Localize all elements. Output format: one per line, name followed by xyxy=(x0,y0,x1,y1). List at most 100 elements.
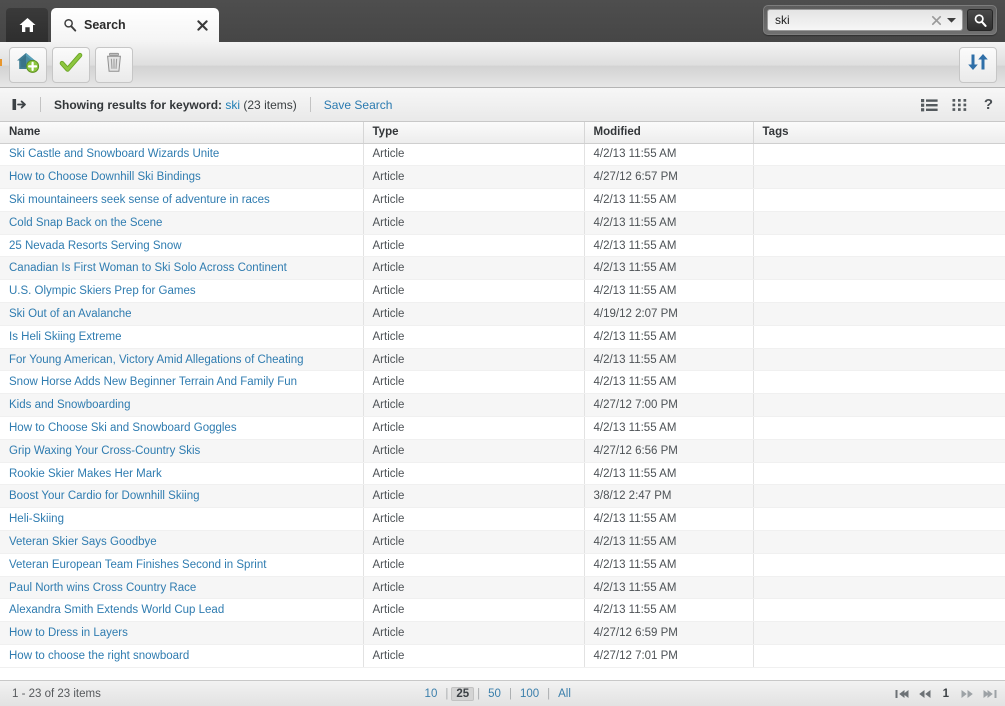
help-icon[interactable]: ? xyxy=(984,96,993,113)
document-link[interactable]: For Young American, Victory Amid Allegat… xyxy=(9,354,304,366)
cell-tags xyxy=(753,598,1005,623)
document-link[interactable]: Kids and Snowboarding xyxy=(9,399,130,411)
page-size-option-all[interactable]: All xyxy=(553,687,576,701)
document-link[interactable]: How to Dress in Layers xyxy=(9,627,128,639)
cell-name: Kids and Snowboarding xyxy=(0,393,364,418)
table-row[interactable]: How to Choose Ski and Snowboard Goggles A… xyxy=(0,416,1005,440)
delete-button[interactable] xyxy=(95,46,133,83)
cell-type: Article xyxy=(363,325,585,349)
document-link[interactable]: How to choose the right snowboard xyxy=(9,650,189,662)
document-link[interactable]: Alexandra Smith Extends World Cup Lead xyxy=(9,604,224,616)
document-link[interactable]: Ski mountaineers seek sense of adventure… xyxy=(9,194,270,206)
chevron-down-icon[interactable] xyxy=(945,14,958,27)
tab-search[interactable]: Search xyxy=(51,8,219,42)
cell-tags xyxy=(753,165,1005,190)
table-row[interactable]: Ski Out of an Avalanche Article 4/19/12 2:… xyxy=(0,302,1005,326)
cell-name: Ski mountaineers seek sense of adventure… xyxy=(0,188,364,212)
cell-name: Paul North wins Cross Country Race xyxy=(0,576,364,600)
column-header-type[interactable]: Type xyxy=(363,122,585,144)
first-page-button[interactable] xyxy=(895,689,909,699)
page-size-option-100[interactable]: 100 xyxy=(515,687,544,701)
document-link[interactable]: Grip Waxing Your Cross-Country Skis xyxy=(9,445,200,457)
item-range-text: 1 - 23 of 23 items xyxy=(12,687,101,700)
table-row[interactable]: Heli-Skiing Article 4/2/13 11:55 AM xyxy=(0,507,1005,532)
search-submit-button[interactable] xyxy=(967,9,993,31)
document-link[interactable]: Is Heli Skiing Extreme xyxy=(9,331,121,343)
close-icon[interactable] xyxy=(195,18,209,32)
table-row[interactable]: Grip Waxing Your Cross-Country Skis Artic… xyxy=(0,439,1005,463)
last-page-button[interactable] xyxy=(983,689,997,699)
table-row[interactable]: Paul North wins Cross Country Race Articl… xyxy=(0,576,1005,600)
document-link[interactable]: Heli-Skiing xyxy=(9,513,64,525)
document-link[interactable]: How to Choose Downhill Ski Bindings xyxy=(9,171,201,183)
document-link[interactable]: Paul North wins Cross Country Race xyxy=(9,582,196,594)
action-toolbar xyxy=(0,42,1005,88)
table-row[interactable]: How to Dress in Layers Article 4/27/12 6:5… xyxy=(0,621,1005,646)
table-row[interactable]: Kids and Snowboarding Article 4/27/12 7:00… xyxy=(0,393,1005,418)
document-link[interactable]: Canadian Is First Woman to Ski Solo Acro… xyxy=(9,262,287,274)
document-link[interactable]: Ski Castle and Snowboard Wizards Unite xyxy=(9,148,219,160)
table-row[interactable]: Canadian Is First Woman to Ski Solo Acro… xyxy=(0,256,1005,281)
document-link[interactable]: How to Choose Ski and Snowboard Goggles xyxy=(9,422,237,434)
document-link[interactable]: Cold Snap Back on the Scene xyxy=(9,217,162,229)
table-row[interactable]: Boost Your Cardio for Downhill Skiing Art… xyxy=(0,484,1005,509)
clear-icon[interactable] xyxy=(930,14,943,27)
current-page-number[interactable]: 1 xyxy=(941,688,951,700)
table-row[interactable]: Is Heli Skiing Extreme Article 4/2/13 11:5… xyxy=(0,325,1005,349)
table-row[interactable]: Ski mountaineers seek sense of adventure… xyxy=(0,188,1005,212)
document-link[interactable]: U.S. Olympic Skiers Prep for Games xyxy=(9,285,196,297)
cell-name: Veteran Skier Says Goodbye xyxy=(0,530,364,554)
table-row[interactable]: Veteran European Team Finishes Second in… xyxy=(0,553,1005,577)
table-row[interactable]: 25 Nevada Resorts Serving Snow Article 4/2… xyxy=(0,234,1005,258)
cell-modified: 4/27/12 6:56 PM xyxy=(584,439,754,463)
cell-type: Article xyxy=(363,279,585,304)
gallery-view-icon[interactable] xyxy=(952,98,969,112)
document-link[interactable]: Snow Horse Adds New Beginner Terrain And… xyxy=(9,376,297,388)
list-view-icon[interactable] xyxy=(920,98,938,112)
document-link[interactable]: 25 Nevada Resorts Serving Snow xyxy=(9,240,182,252)
table-row[interactable]: Snow Horse Adds New Beginner Terrain And… xyxy=(0,370,1005,395)
results-table-wrapper: Name Type Modified Tags Ski Castle and S… xyxy=(0,122,1005,680)
document-link[interactable]: Ski Out of an Avalanche xyxy=(9,308,132,320)
document-link[interactable]: Rookie Skier Makes Her Mark xyxy=(9,468,162,480)
column-header-tags[interactable]: Tags xyxy=(753,122,1005,144)
table-row[interactable]: U.S. Olympic Skiers Prep for Games Articl… xyxy=(0,279,1005,304)
table-row[interactable]: Alexandra Smith Extends World Cup Lead Ar… xyxy=(0,598,1005,623)
column-header-name[interactable]: Name xyxy=(0,122,364,144)
table-row[interactable]: For Young American, Victory Amid Allegat… xyxy=(0,348,1005,372)
approve-button[interactable] xyxy=(52,46,90,83)
cell-tags xyxy=(753,256,1005,281)
page-size-option-10[interactable]: 10 xyxy=(420,687,443,701)
page-size-separator: | xyxy=(547,687,551,700)
cell-type: Article xyxy=(363,211,585,235)
save-search-link[interactable]: Save Search xyxy=(324,98,393,112)
cell-modified: 4/2/13 11:55 AM xyxy=(584,348,754,372)
table-row[interactable]: Veteran Skier Says Goodbye Article 4/2/13 … xyxy=(0,530,1005,554)
add-to-home-button[interactable] xyxy=(9,46,47,83)
table-row[interactable]: Rookie Skier Makes Her Mark Article 4/2/13… xyxy=(0,462,1005,486)
cell-tags xyxy=(753,348,1005,372)
table-row[interactable]: How to choose the right snowboard Article… xyxy=(0,644,1005,668)
search-keyword[interactable]: ski xyxy=(225,98,240,112)
cell-type: Article xyxy=(363,553,585,577)
document-link[interactable]: Veteran Skier Says Goodbye xyxy=(9,536,157,548)
previous-page-button[interactable] xyxy=(918,689,932,699)
page-size-option-25[interactable]: 25 xyxy=(451,686,475,701)
table-row[interactable]: How to Choose Downhill Ski Bindings Artic… xyxy=(0,165,1005,190)
panel-toggle-icon[interactable] xyxy=(12,98,27,111)
document-link[interactable]: Boost Your Cardio for Downhill Skiing xyxy=(9,490,200,502)
column-header-modified[interactable]: Modified xyxy=(584,122,754,144)
cell-type: Article xyxy=(363,165,585,190)
refresh-button[interactable] xyxy=(959,46,997,83)
document-link[interactable]: Veteran European Team Finishes Second in… xyxy=(9,559,266,571)
next-page-button[interactable] xyxy=(960,689,974,699)
cell-name: How to Choose Downhill Ski Bindings xyxy=(0,165,364,190)
page-size-separator: | xyxy=(445,687,449,700)
table-row[interactable]: Cold Snap Back on the Scene Article 4/2/13… xyxy=(0,211,1005,235)
table-row[interactable]: Ski Castle and Snowboard Wizards Unite Ar… xyxy=(0,143,1005,167)
cell-modified: 4/2/13 11:55 AM xyxy=(584,576,754,600)
cell-modified: 4/2/13 11:55 AM xyxy=(584,256,754,281)
search-input[interactable] xyxy=(775,10,930,30)
page-size-option-50[interactable]: 50 xyxy=(483,687,506,701)
tab-home[interactable] xyxy=(6,8,48,42)
